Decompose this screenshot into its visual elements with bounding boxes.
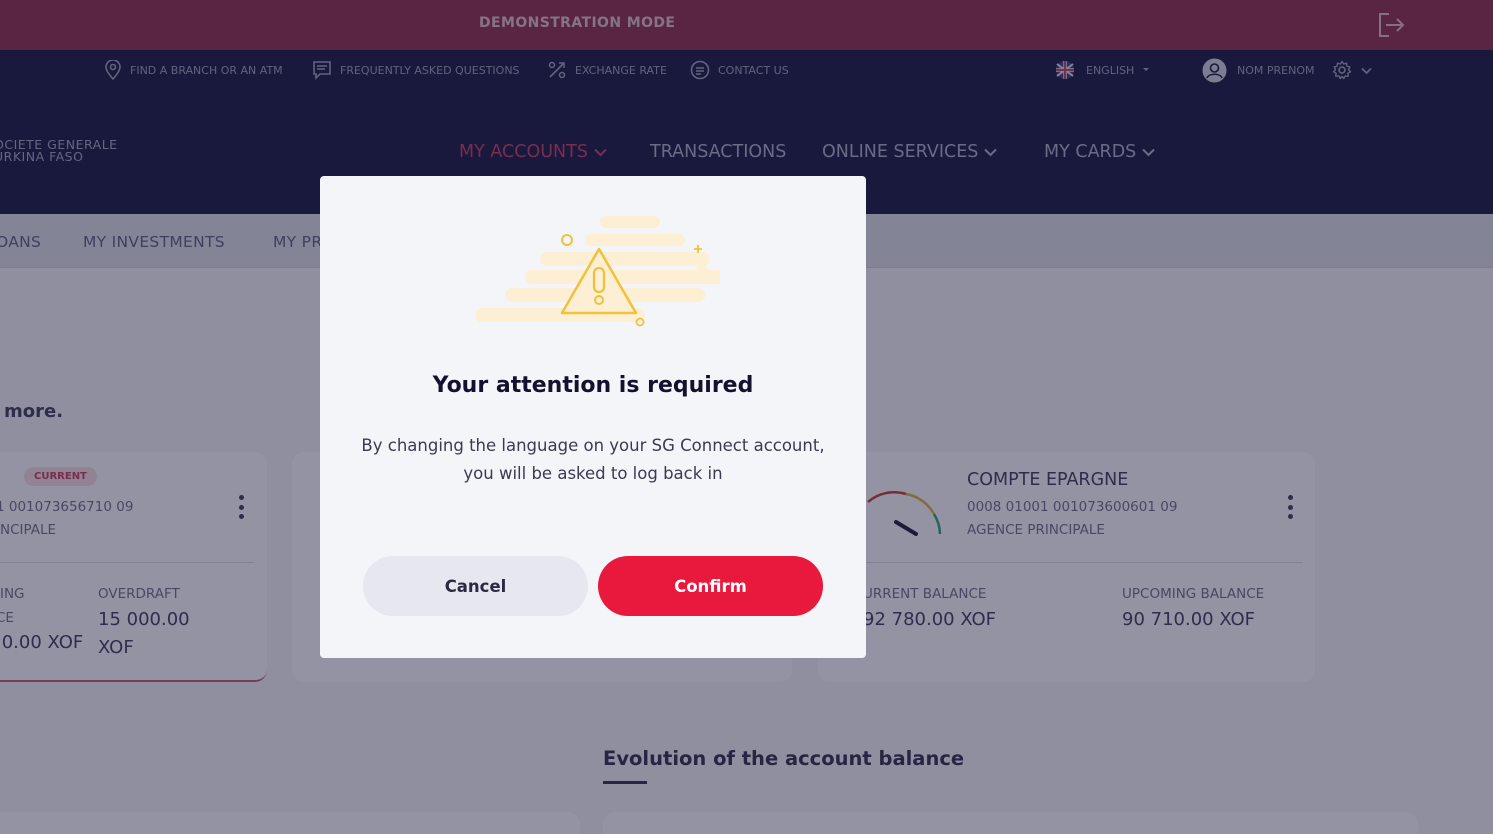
dialog-message: By changing the language on your SG Conn… — [361, 436, 825, 483]
language-change-dialog: Your attention is required By changing t… — [320, 176, 866, 658]
warning-icon — [475, 216, 720, 327]
dialog-title: Your attention is required — [432, 373, 754, 398]
confirm-button[interactable]: Confirm — [598, 556, 823, 616]
cancel-button[interactable]: Cancel — [363, 556, 588, 616]
